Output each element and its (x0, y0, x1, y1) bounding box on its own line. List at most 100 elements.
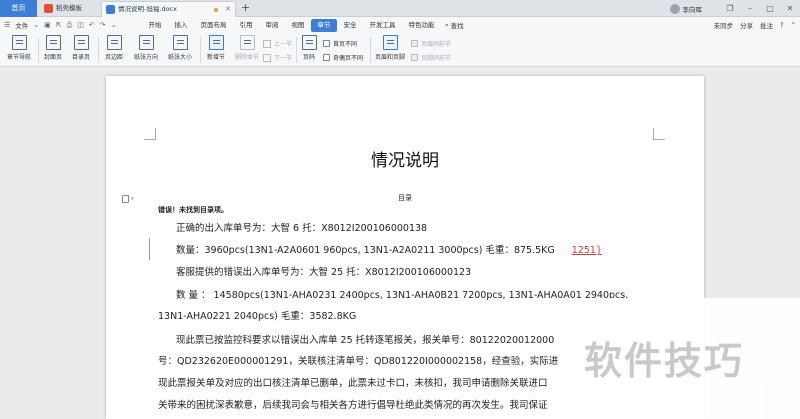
doc-paragraph: 现此票报关单及对应的出口核注清单已删单，此票未过卡口，未核扣，我司申请删除关联进… (158, 378, 548, 389)
new-section-button[interactable]: 新增节 (203, 35, 229, 61)
tracked-change-text: 1251} (571, 245, 603, 256)
button-label: 上一节 (274, 41, 293, 48)
new-tab-button[interactable]: + (241, 0, 250, 16)
button-label: 封面页 (43, 54, 62, 61)
checkbox-icon (323, 54, 330, 61)
tab-chapter[interactable]: 章节 (311, 18, 337, 32)
page-number-icon (301, 35, 317, 50)
first-page-diff-checkbox[interactable]: 首页不同 (323, 39, 357, 48)
orientation-button[interactable]: 纸张方向 (130, 35, 162, 61)
tab-developer[interactable]: 开发工具 (363, 19, 402, 32)
tab-docer-templates[interactable]: 稻壳模板 (40, 1, 98, 17)
menu-bar: ☰ 文件 ⌄ ▣ ⇱ ⎙ ◫ ↶ ↷ ⌄ 开始 插入 页面布局 引用 审阅 视图… (0, 17, 800, 33)
redo-icon[interactable]: ↷ (100, 21, 106, 29)
more-icon[interactable]: ⌄ (111, 21, 117, 29)
preview-icon[interactable]: ◫ (77, 21, 84, 29)
file-menu[interactable]: 文件 (15, 20, 28, 30)
odd-even-diff-checkbox[interactable]: 奇偶页不同 (323, 53, 363, 62)
tab-references[interactable]: 引用 (233, 19, 259, 32)
delete-section-icon (239, 35, 255, 50)
button-label: 章节导航 (6, 54, 31, 61)
button-label: 页边距 (104, 54, 123, 61)
doc-paragraph: 数量：3960pcs(13N1-A2A0601 960pcs, 13N1-A2A… (176, 242, 602, 256)
chevron-down-icon[interactable]: ⌄ (33, 21, 39, 29)
doc-paragraph: 正确的出入库单号为：大智 6 托：X8012I200106000138 (176, 223, 428, 234)
next-section-icon (263, 53, 271, 62)
help-icon[interactable]: ? (780, 21, 783, 29)
comment-button[interactable]: 批注 (760, 20, 773, 30)
prev-section-button[interactable]: 上一节 (263, 39, 292, 48)
restore-icon[interactable]: ❐ (720, 4, 740, 13)
doc-paragraph: 客服提供的错误出入库单号为：大智 25 托：X8012I200106000123 (176, 267, 472, 278)
doc-paragraph: 号：QD232620E000001291，关联核注清单号：QD801220I00… (158, 356, 559, 367)
quick-access: ☰ 文件 ⌄ ▣ ⇱ ⎙ ◫ ↶ ↷ ⌄ (4, 17, 117, 33)
divider (38, 37, 39, 63)
chapter-nav-icon (11, 35, 27, 50)
button-label: 目录页 (71, 54, 90, 61)
menu-right-actions: 未同步 分享 批注 ? ⌃ (714, 17, 796, 33)
divider (370, 37, 371, 63)
window-controls: 李向晖 ❐ – □ ✕ (669, 0, 800, 17)
tab-label: 情况说明-旭福.docx (118, 5, 177, 13)
user-name[interactable]: 李向晖 (683, 4, 703, 14)
page-margin-icon (106, 35, 122, 50)
toc-label: 目录 (398, 194, 412, 202)
doc-paragraph: 关带来的困扰深表歉意，后续我司会与相关各方进行倡导杜绝此类情况的再次发生。我司保… (158, 400, 548, 411)
tab-page-layout[interactable]: 页面布局 (194, 19, 233, 32)
watermark-text: 软件技巧 (584, 339, 745, 383)
tab-features[interactable]: 特色功能 (402, 19, 441, 32)
divider (296, 37, 297, 63)
toc-page-button[interactable]: 目录页 (68, 35, 94, 61)
paper-size-button[interactable]: 纸张大小 (164, 35, 196, 61)
close-window-icon[interactable]: ✕ (780, 4, 800, 13)
avatar[interactable] (669, 3, 680, 14)
new-section-icon (208, 35, 224, 50)
page-margin-button[interactable]: 页边距 (101, 35, 127, 61)
search-label: 查找 (450, 22, 464, 30)
word-doc-icon (106, 5, 115, 14)
checkbox-label: 首页不同 (333, 41, 358, 48)
print-icon[interactable]: ⎙ (67, 21, 73, 30)
tab-document[interactable]: 情况说明-旭福.docx ✕ (101, 1, 236, 17)
text-cursor (149, 238, 150, 260)
close-tab-icon[interactable]: ✕ (225, 2, 231, 17)
tab-review[interactable]: 审阅 (259, 19, 285, 32)
save-icon[interactable]: ▣ (44, 21, 51, 29)
tab-security[interactable]: 安全 (337, 19, 363, 32)
hamburger-icon[interactable]: ☰ (4, 21, 10, 29)
delete-section-button[interactable]: 删除本节 (232, 35, 262, 61)
cover-page-button[interactable]: 封面页 (40, 35, 66, 61)
margin-corner-mark (653, 128, 665, 140)
same-as-prev-footer-checkbox[interactable]: 页脚同前节 (411, 53, 451, 62)
undo-icon[interactable]: ↶ (89, 21, 95, 29)
tab-home[interactable]: 首页 (0, 0, 37, 17)
toc-error-text: 错误！未找到目录项。 (158, 205, 228, 214)
export-icon[interactable]: ⇱ (56, 21, 62, 29)
search-box[interactable]: ⌕ 查找 (445, 20, 464, 31)
unsaved-dot-icon (214, 8, 218, 12)
ribbon-tabs: 开始 插入 页面布局 引用 审阅 视图 章节 安全 开发工具 特色功能 ⌕ 查找 (142, 17, 464, 33)
button-label: 纸张方向 (133, 54, 158, 61)
document-title: 情况说明 (371, 151, 439, 171)
tab-insert[interactable]: 插入 (168, 19, 194, 32)
button-label: 删除本节 (234, 54, 259, 61)
same-as-prev-header-checkbox[interactable]: 页眉同前节 (411, 39, 451, 48)
header-footer-button[interactable]: 页眉和页脚 (373, 35, 407, 61)
tab-start[interactable]: 开始 (142, 19, 168, 32)
prev-section-icon (263, 39, 271, 48)
minimize-icon[interactable]: – (740, 4, 760, 13)
margin-corner-mark (144, 128, 156, 140)
collapse-ribbon-icon[interactable]: ⌃ (791, 21, 796, 29)
chapter-nav-button[interactable]: 章节导航 (4, 35, 34, 61)
button-label: 页码 (302, 54, 315, 61)
button-label: 新增节 (206, 54, 225, 61)
next-section-button[interactable]: 下一节 (263, 53, 292, 62)
maximize-icon[interactable]: □ (760, 4, 780, 13)
toc-page-icon (73, 35, 89, 50)
sync-status[interactable]: 未同步 (714, 20, 734, 30)
button-label: 纸张大小 (167, 54, 192, 61)
tab-view[interactable]: 视图 (285, 19, 311, 32)
share-button[interactable]: 分享 (740, 20, 753, 30)
doc-paragraph: 13N1-AHA0221 2040pcs) 毛重：3582.8KG (158, 311, 357, 322)
page-number-button[interactable]: 页码 (299, 35, 319, 61)
